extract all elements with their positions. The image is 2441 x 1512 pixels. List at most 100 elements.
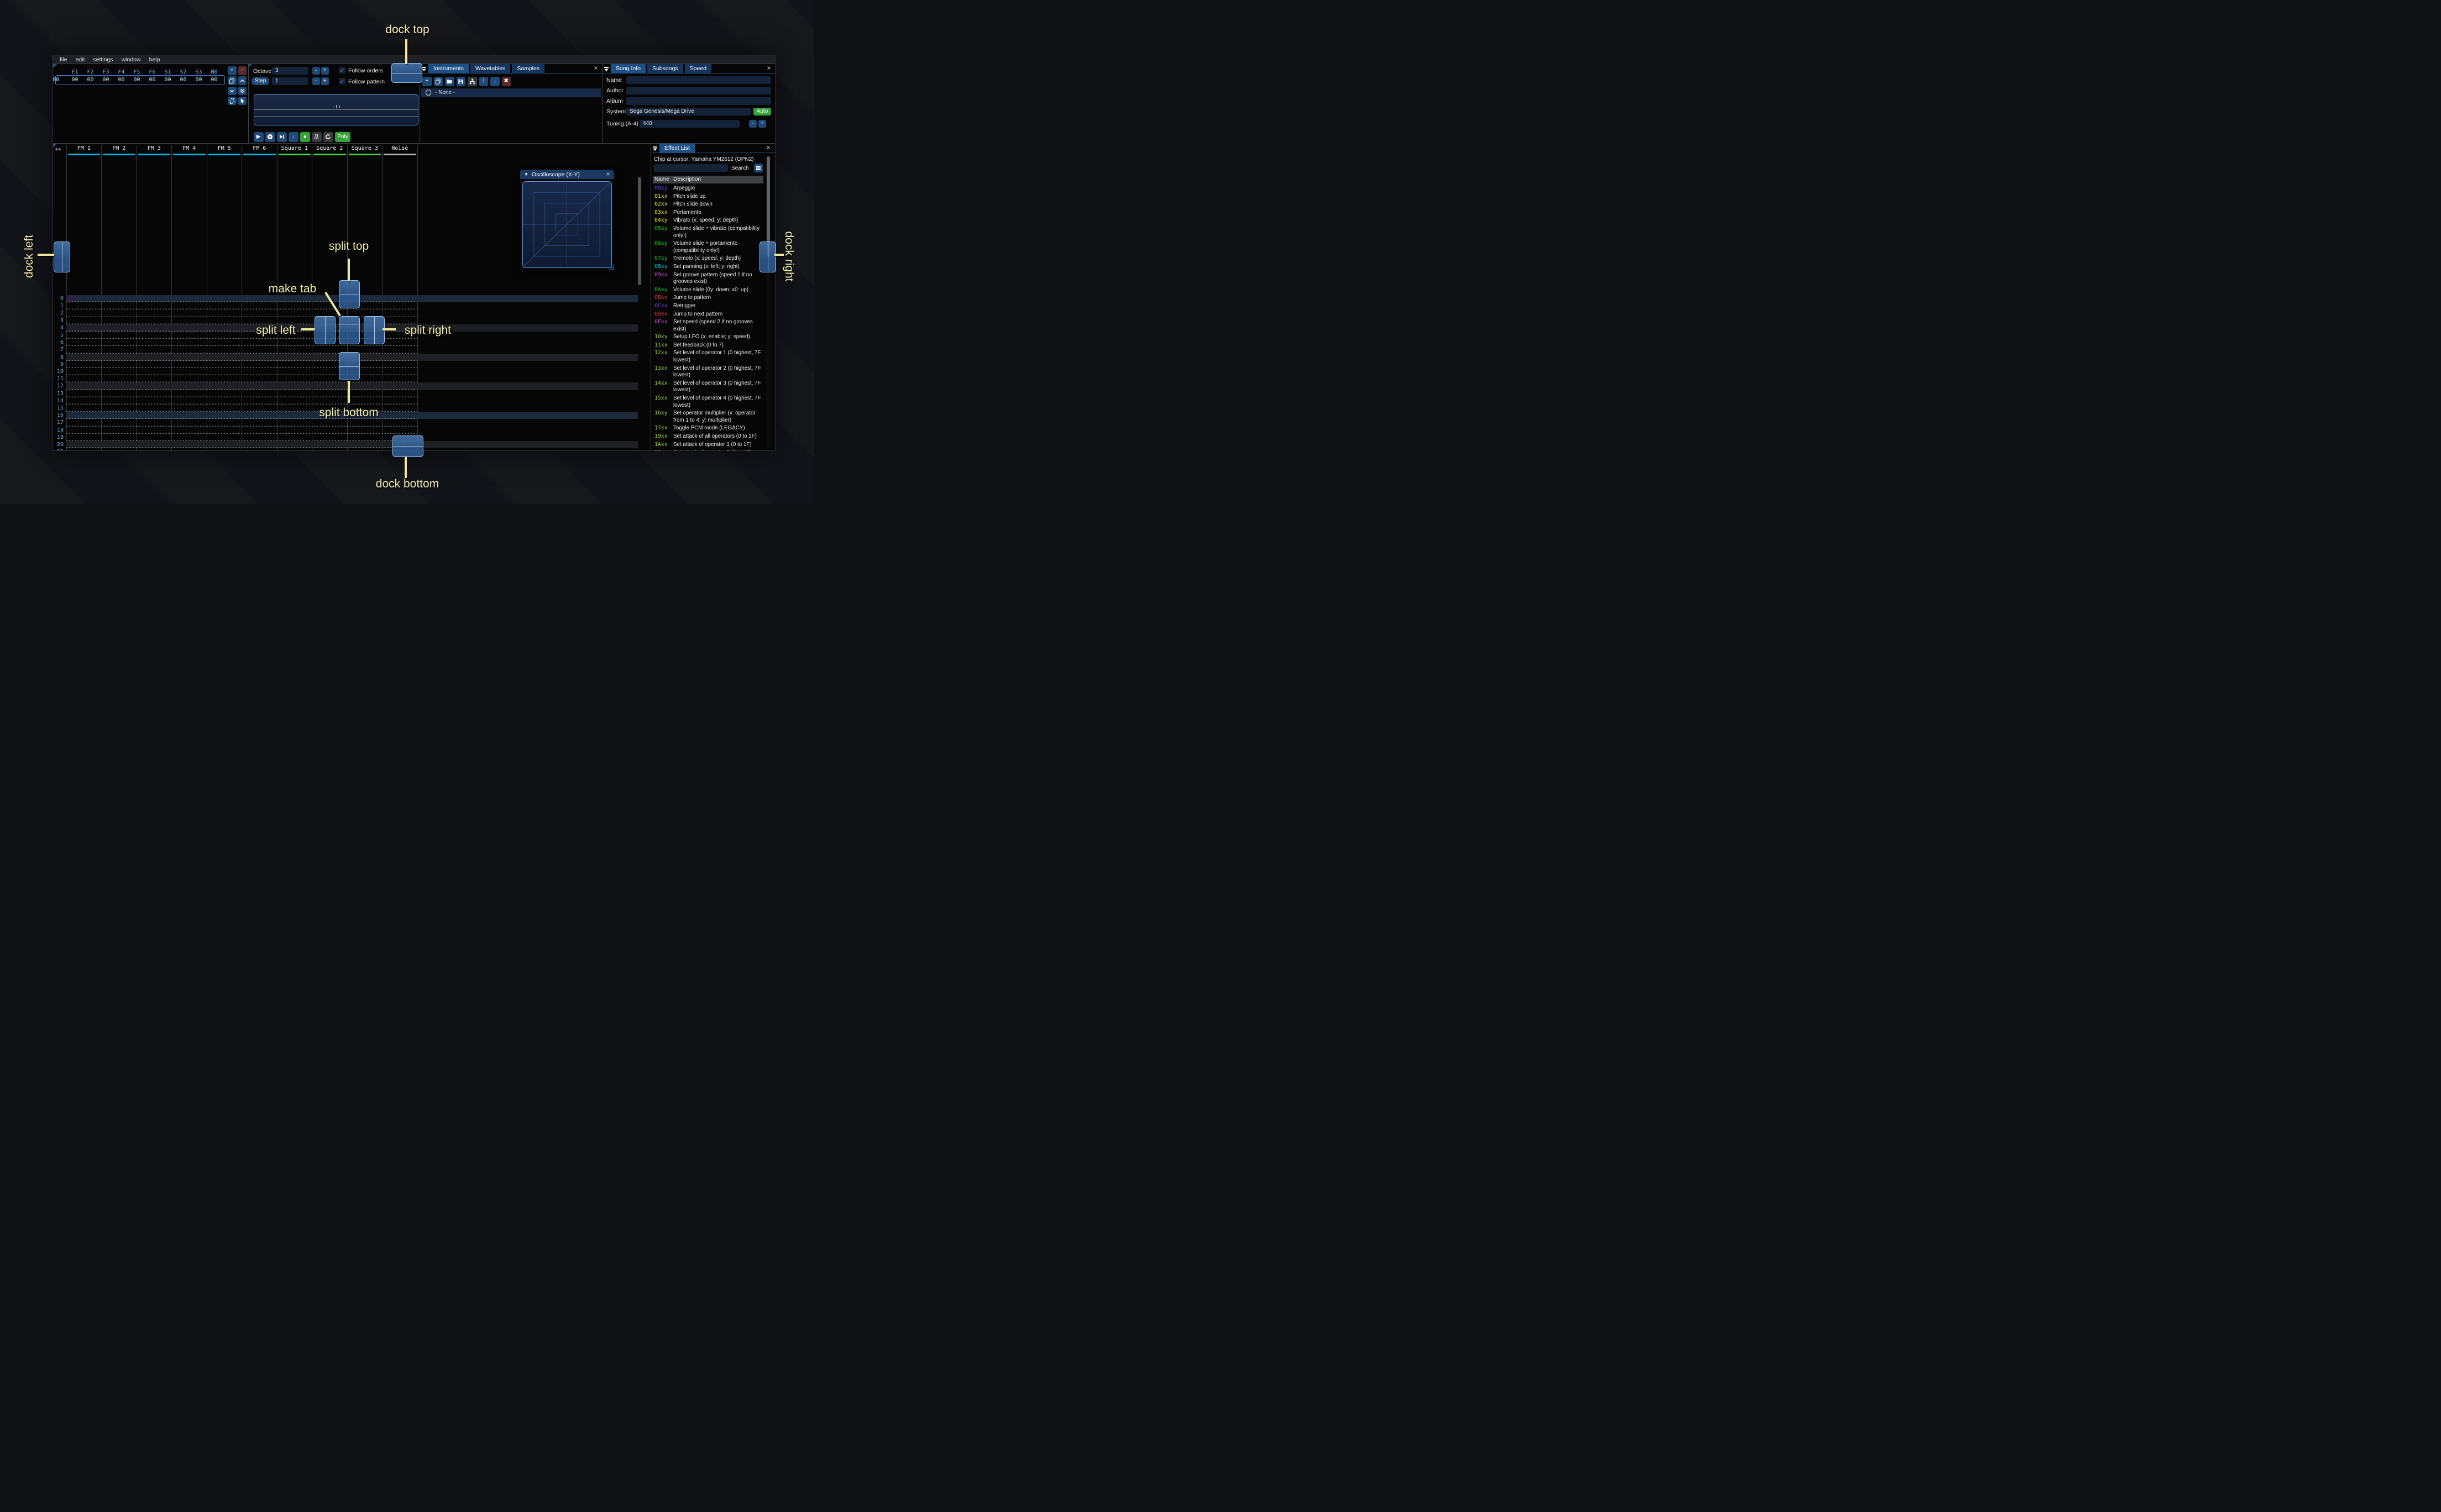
pattern-cell[interactable] — [171, 360, 207, 368]
pattern-cell[interactable] — [136, 448, 171, 450]
pattern-cell[interactable] — [206, 332, 242, 339]
pattern-cell[interactable] — [276, 368, 312, 376]
channel-header-fm-3[interactable]: FM 3 — [137, 145, 172, 156]
pattern-cell[interactable] — [276, 302, 312, 310]
orders-row[interactable]: 00 00 00 00 00 00 00 00 00 00 00 — [53, 77, 248, 83]
pattern-cell[interactable] — [136, 332, 171, 339]
step-plus-button[interactable]: + — [321, 77, 329, 85]
pattern-cell[interactable] — [66, 324, 101, 332]
pattern-cell[interactable] — [276, 375, 312, 383]
pattern-cell[interactable] — [66, 426, 101, 434]
pattern-cell[interactable] — [171, 433, 207, 441]
pattern-cell[interactable] — [206, 309, 242, 317]
pattern-cell[interactable] — [171, 441, 207, 449]
tab-wavetables[interactable]: Wavetables — [470, 64, 511, 73]
repeat-pattern-button[interactable] — [323, 132, 333, 142]
instrument-move-down[interactable]: ↓ — [490, 77, 500, 86]
pattern-cell[interactable] — [66, 339, 101, 347]
pattern-cell[interactable] — [66, 433, 101, 441]
pattern-cell[interactable] — [382, 390, 417, 397]
effect-row[interactable]: 19xx Set attack of all operators (0 to 1F… — [654, 433, 764, 441]
pattern-cell[interactable] — [136, 382, 171, 390]
pattern-cell[interactable] — [136, 309, 171, 317]
order-remove[interactable]: − — [238, 66, 247, 75]
pattern-cell[interactable] — [382, 375, 417, 383]
effect-row[interactable]: 15xx Set level of operator 4 (0 highest, … — [654, 395, 764, 410]
effect-row[interactable]: 16xy Set operator multiplier (x: operator… — [654, 410, 764, 424]
pattern-cell[interactable] — [382, 405, 417, 412]
pattern-cell[interactable] — [206, 426, 242, 434]
pattern-cell[interactable] — [276, 412, 312, 419]
pattern-cell[interactable] — [242, 426, 277, 434]
pattern-cell[interactable] — [101, 346, 137, 354]
pattern-cell[interactable] — [66, 309, 101, 317]
pattern-cell[interactable] — [101, 295, 137, 303]
pattern-cell[interactable] — [171, 419, 207, 427]
pattern-cell[interactable] — [242, 368, 277, 376]
pattern-row[interactable]: 12 — [53, 382, 651, 390]
split-bottom-target[interactable] — [339, 352, 360, 380]
dock-left-target[interactable] — [54, 242, 70, 272]
channel-header-square-1[interactable]: Square 1 — [277, 145, 312, 156]
order-edit-mode[interactable] — [238, 96, 247, 106]
pattern-cell[interactable] — [136, 302, 171, 310]
pattern-cell[interactable] — [171, 339, 207, 347]
tab-effect-list[interactable]: Effect List — [659, 143, 695, 153]
oscilloscope-titlebar[interactable]: ▼ Oscilloscope (X-Y) × — [520, 170, 614, 179]
make-tab-target[interactable] — [339, 316, 360, 344]
pattern-cell[interactable] — [206, 339, 242, 347]
tab-speed[interactable]: Speed — [684, 64, 712, 73]
pattern-cell[interactable] — [101, 441, 137, 449]
pattern-cell[interactable] — [382, 353, 417, 361]
pattern-cell[interactable] — [171, 405, 207, 412]
play-button[interactable]: ▶ — [254, 132, 264, 142]
pattern-cell[interactable] — [242, 412, 277, 419]
order-value[interactable]: 00 — [145, 77, 160, 83]
pattern-row[interactable]: 20 — [53, 441, 651, 449]
pattern-cell[interactable] — [276, 448, 312, 450]
pattern-cell[interactable] — [276, 346, 312, 354]
pattern-cell[interactable] — [101, 332, 137, 339]
pattern-cell[interactable] — [171, 309, 207, 317]
pattern-cell[interactable] — [276, 339, 312, 347]
effect-row[interactable]: 06xy Volume slide + portamento (compatibi… — [654, 240, 764, 255]
system-auto-button[interactable]: Auto — [753, 108, 771, 116]
octave-minus-button[interactable]: - — [312, 67, 320, 75]
effect-row[interactable]: 0Cxx Retrigger — [654, 302, 764, 311]
instrument-list-item[interactable]: - None - — [421, 88, 601, 97]
pattern-cell[interactable] — [66, 419, 101, 427]
pattern-cell[interactable] — [206, 324, 242, 332]
pattern-cell[interactable] — [136, 426, 171, 434]
pattern-cell[interactable] — [206, 397, 242, 405]
pattern-cell[interactable] — [242, 353, 277, 361]
instrument-save[interactable] — [456, 77, 465, 86]
pattern-cell[interactable] — [206, 375, 242, 383]
pattern-cell[interactable] — [101, 448, 137, 450]
pattern-cell[interactable] — [242, 441, 277, 449]
pattern-cell[interactable] — [276, 317, 312, 324]
pattern-cell[interactable] — [66, 353, 101, 361]
pattern-cell[interactable] — [136, 375, 171, 383]
pattern-cell[interactable] — [242, 375, 277, 383]
pattern-cell[interactable] — [66, 346, 101, 354]
play-pattern-button[interactable] — [265, 132, 275, 142]
octave-input[interactable]: 3 — [272, 67, 308, 75]
pattern-cell[interactable] — [136, 324, 171, 332]
record-button[interactable]: ● — [300, 132, 310, 142]
pattern-cell[interactable] — [242, 360, 277, 368]
pattern-cell[interactable] — [382, 295, 417, 303]
pattern-cell[interactable] — [136, 368, 171, 376]
effect-row[interactable]: 12xx Set level of operator 1 (0 highest, … — [654, 349, 764, 364]
pattern-cell[interactable] — [101, 339, 137, 347]
pattern-cell[interactable] — [276, 426, 312, 434]
order-add[interactable]: + — [228, 66, 237, 75]
pattern-cell[interactable] — [276, 353, 312, 361]
pattern-cell[interactable] — [101, 324, 137, 332]
pattern-cell[interactable] — [171, 346, 207, 354]
order-move-down[interactable] — [228, 86, 237, 96]
pattern-cell[interactable] — [242, 448, 277, 450]
effect-row[interactable]: 02xx Pitch slide down — [654, 201, 764, 209]
pattern-cell[interactable] — [66, 441, 101, 449]
pattern-cell[interactable] — [242, 309, 277, 317]
pattern-cell[interactable] — [242, 419, 277, 427]
